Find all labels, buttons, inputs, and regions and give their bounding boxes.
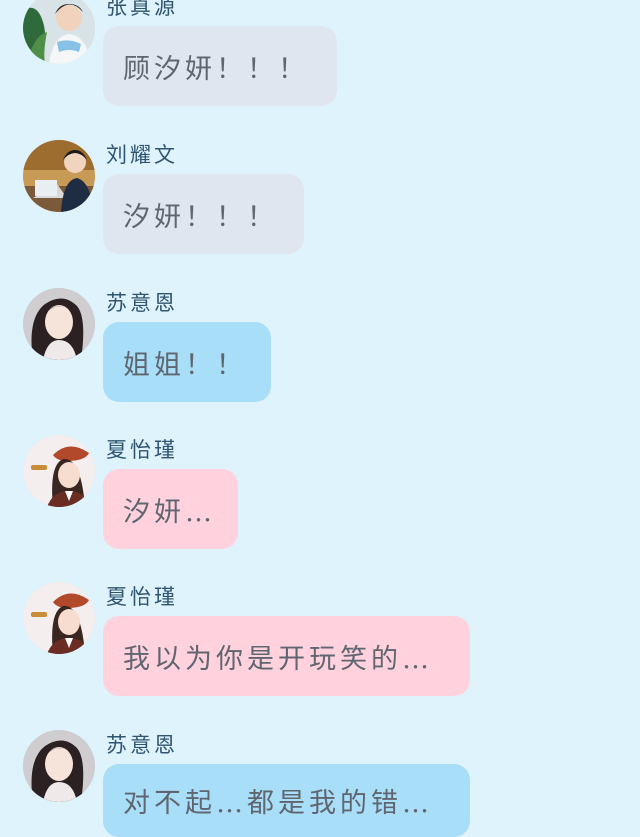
message-text: 对不起…都是我的错… xyxy=(123,788,433,819)
avatar-photo xyxy=(23,0,95,64)
message-text: 顾汐妍！！！ xyxy=(123,53,309,85)
message-bubble[interactable]: 汐妍… xyxy=(103,469,238,549)
avatar-xia[interactable] xyxy=(23,435,95,507)
chat-message-list: 张真源 顾汐妍！！！ 刘耀文 汐妍！！！ 苏意恩 姐姐！！ 夏怡瑾 汐妍… 夏怡… xyxy=(0,0,640,837)
avatar-zhang[interactable] xyxy=(23,0,95,64)
avatar-su[interactable] xyxy=(23,730,95,802)
sender-name: 夏怡瑾 xyxy=(106,585,178,609)
avatar-photo xyxy=(23,288,95,360)
sender-name: 刘耀文 xyxy=(106,143,178,167)
message-text: 姐姐！！ xyxy=(123,349,247,381)
sender-name: 苏意恩 xyxy=(106,733,178,757)
message-text: 汐妍！！！ xyxy=(123,201,278,233)
sender-name: 苏意恩 xyxy=(106,291,178,315)
message-text: 我以为你是开玩笑的… xyxy=(123,643,433,675)
message-bubble[interactable]: 姐姐！！ xyxy=(103,322,271,402)
avatar-photo xyxy=(23,730,95,802)
avatar-photo xyxy=(23,140,95,212)
sender-name: 夏怡瑾 xyxy=(106,438,178,462)
avatar-photo xyxy=(23,582,95,654)
avatar-su[interactable] xyxy=(23,288,95,360)
avatar-liu[interactable] xyxy=(23,140,95,212)
avatar-photo xyxy=(23,435,95,507)
message-bubble[interactable]: 对不起…都是我的错… xyxy=(103,764,470,837)
message-bubble[interactable]: 顾汐妍！！！ xyxy=(103,26,337,106)
message-text: 汐妍… xyxy=(123,496,216,528)
message-bubble[interactable]: 汐妍！！！ xyxy=(103,174,304,254)
avatar-xia[interactable] xyxy=(23,582,95,654)
message-bubble[interactable]: 我以为你是开玩笑的… xyxy=(103,616,470,696)
sender-name: 张真源 xyxy=(106,0,178,19)
